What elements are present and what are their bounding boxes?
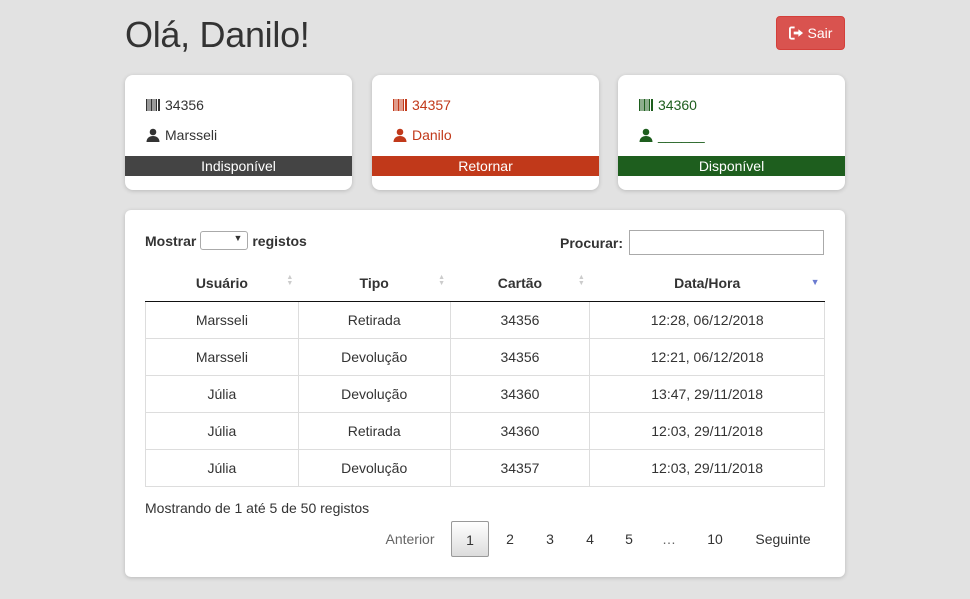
cell-card: 34357 <box>449 449 590 487</box>
user-icon <box>146 128 160 142</box>
length-label-post: registos <box>252 232 307 249</box>
cell-type: Devolução <box>297 338 451 376</box>
search-control: Procurar: <box>560 230 825 255</box>
logout-label: Sair <box>807 25 833 41</box>
pagination-previous[interactable]: Anterior <box>375 521 445 557</box>
page-length-control: Mostrar ▼ registos <box>145 231 307 250</box>
barcode-icon <box>146 99 160 111</box>
user-icon <box>639 128 653 142</box>
pagination-ellipsis: … <box>662 531 676 547</box>
card-tile: 34357 Danilo Retornar <box>372 75 599 190</box>
pagination-page[interactable]: 10 <box>697 521 733 557</box>
card-tile: 34360 ______ Disponível <box>618 75 845 190</box>
logout-button[interactable]: Sair <box>776 16 845 50</box>
cell-user: Marsseli <box>145 301 299 339</box>
sort-icon: ▲ ▼ <box>286 274 294 287</box>
cell-user: Júlia <box>145 449 299 487</box>
cell-card: 34356 <box>449 301 590 339</box>
pagination-page[interactable]: 4 <box>575 521 605 557</box>
length-label-pre: Mostrar <box>145 232 197 249</box>
card-id-row: 34357 <box>393 97 451 113</box>
card-user-row: Marsseli <box>146 127 217 143</box>
return-button[interactable]: Retornar <box>372 156 599 176</box>
table-row: Júlia Retirada 34360 12:03, 29/11/2018 <box>145 412 825 450</box>
cell-datetime: 13:47, 29/11/2018 <box>589 375 825 413</box>
card-id-row: 34356 <box>146 97 204 113</box>
column-header-user[interactable]: Usuário ▲ ▼ <box>145 265 299 302</box>
cell-card: 34360 <box>449 412 590 450</box>
cell-user: Marsseli <box>145 338 299 376</box>
cell-datetime: 12:03, 29/11/2018 <box>589 449 825 487</box>
card-tile: 34356 Marsseli Indisponível <box>125 75 352 190</box>
status-badge: Indisponível <box>125 156 352 176</box>
table-row: Marsseli Devolução 34356 12:21, 06/12/20… <box>145 338 825 376</box>
table-info: Mostrando de 1 até 5 de 50 registos <box>145 500 370 516</box>
cell-card: 34356 <box>449 338 590 376</box>
cell-datetime: 12:21, 06/12/2018 <box>589 338 825 376</box>
card-user: Danilo <box>412 127 452 143</box>
card-user: Marsseli <box>165 127 218 143</box>
table-row: Marsseli Retirada 34356 12:28, 06/12/201… <box>145 301 825 339</box>
cell-datetime: 12:28, 06/12/2018 <box>589 301 825 339</box>
pagination: Anterior 1 2 3 4 5 … 10 Seguinte <box>375 521 825 557</box>
sign-out-icon <box>788 26 803 40</box>
card-id: 34356 <box>165 97 204 113</box>
pagination-page[interactable]: 1 <box>451 521 489 557</box>
page-title: Olá, Danilo! <box>125 14 310 55</box>
checkout-button[interactable]: Disponível <box>618 156 845 176</box>
pagination-next[interactable]: Seguinte <box>747 521 819 557</box>
pagination-page[interactable]: 5 <box>614 521 644 557</box>
dropdown-arrow-icon: ▼ <box>233 233 243 243</box>
cell-user: Júlia <box>145 375 299 413</box>
records-panel: Mostrar ▼ registos Procurar: Usuário ▲ ▼ T… <box>125 210 845 577</box>
card-user-row: ______ <box>639 127 705 143</box>
cell-type: Retirada <box>297 412 451 450</box>
records-table: Usuário ▲ ▼ Tipo ▲ ▼ Cartão ▲ ▼ Data/Hora ▼ Mar… <box>145 265 825 487</box>
card-user-row: Danilo <box>393 127 452 143</box>
pagination-page[interactable]: 3 <box>535 521 565 557</box>
search-input[interactable] <box>629 230 825 255</box>
sort-desc-icon: ▼ <box>810 277 820 287</box>
column-header-card[interactable]: Cartão ▲ ▼ <box>450 265 590 302</box>
card-user: ______ <box>658 127 705 143</box>
pagination-page[interactable]: 2 <box>495 521 525 557</box>
cell-user: Júlia <box>145 412 299 450</box>
cell-datetime: 12:03, 29/11/2018 <box>589 412 825 450</box>
card-id: 34360 <box>658 97 697 113</box>
cell-card: 34360 <box>449 375 590 413</box>
cell-type: Devolução <box>297 449 451 487</box>
card-id: 34357 <box>412 97 451 113</box>
table-row: Júlia Devolução 34360 13:47, 29/11/2018 <box>145 375 825 413</box>
sort-icon: ▲ ▼ <box>438 274 446 287</box>
page-length-select[interactable]: ▼ <box>200 231 249 250</box>
user-icon <box>393 128 407 142</box>
cell-type: Devolução <box>297 375 451 413</box>
table-row: Júlia Devolução 34357 12:03, 29/11/2018 <box>145 449 825 487</box>
sort-icon: ▲ ▼ <box>577 274 585 287</box>
card-id-row: 34360 <box>639 97 697 113</box>
cell-type: Retirada <box>297 301 451 339</box>
column-header-type[interactable]: Tipo ▲ ▼ <box>298 265 451 302</box>
search-label: Procurar: <box>560 234 624 251</box>
column-header-datetime[interactable]: Data/Hora ▼ <box>589 265 825 302</box>
barcode-icon <box>639 99 653 111</box>
barcode-icon <box>393 99 407 111</box>
